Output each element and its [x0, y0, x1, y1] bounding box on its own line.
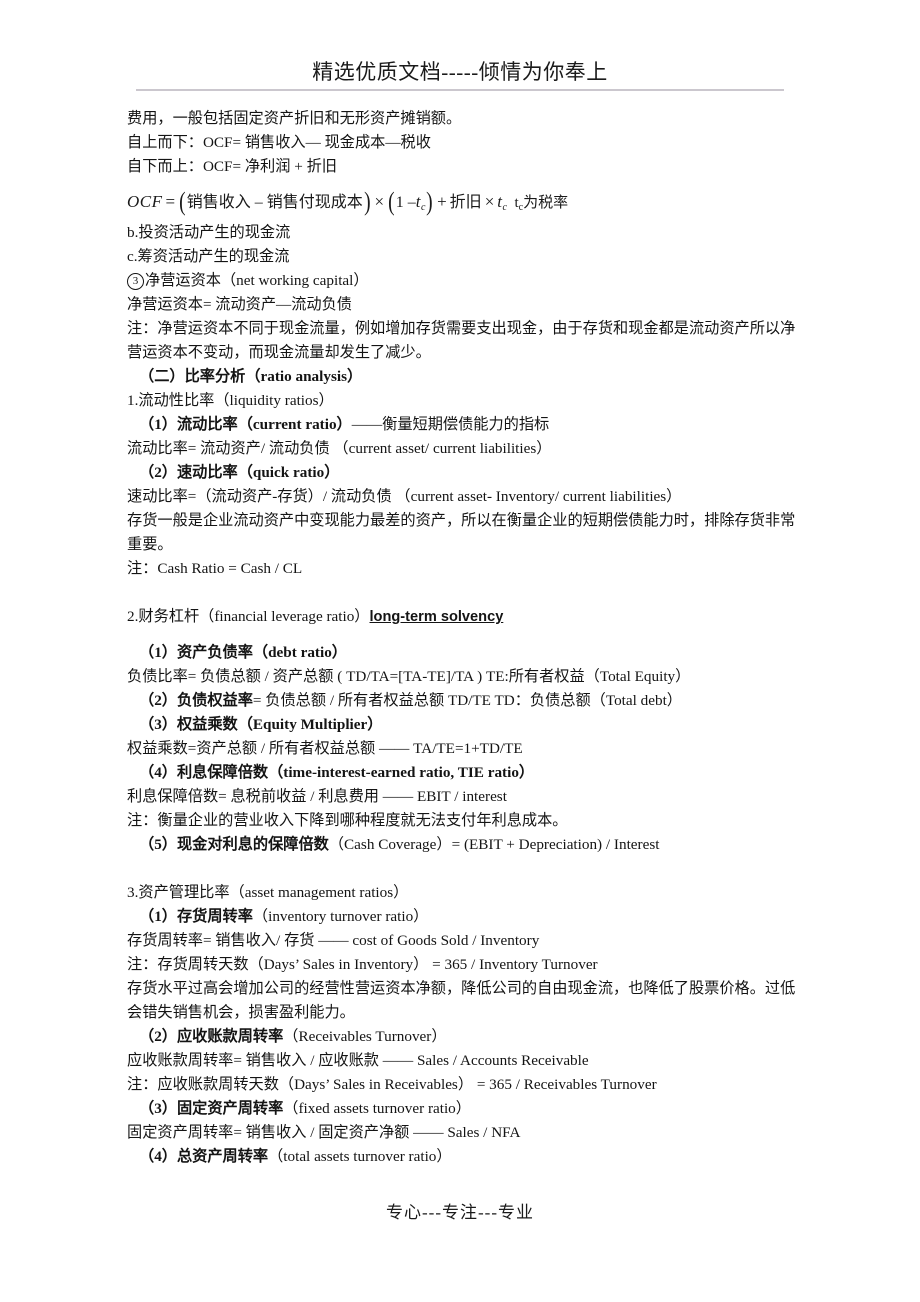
subsection-heading: （4）利息保障倍数（time-interest-earned ratio, TI…	[139, 764, 535, 781]
text-line: 1.流动性比率（liquidity ratios）	[127, 392, 334, 409]
text-paragraph: 存货一般是企业流动资产中变现能力最差的资产，所以在衡量企业的短期偿债能力时，排除…	[127, 512, 796, 553]
subsection-heading: （5）现金对利息的保障倍数（Cash Coverage）= (EBIT + De…	[127, 833, 799, 857]
text-line: 存货周转率= 销售收入/ 存货 —— cost of Goods Sold / …	[127, 932, 540, 949]
text-line-label: 净营运资本（net working capital）	[145, 272, 369, 289]
subsection-heading: （2）速动比率（quick ratio）	[139, 464, 340, 481]
header-divider	[136, 89, 784, 91]
text-line: 自上而下：OCF= 销售收入— 现金成本—税收	[127, 134, 431, 151]
subsection-note: = 负债总额 / 所有者权益总额 TD/TE TD：负债总额（Total deb…	[252, 692, 682, 709]
subsection-heading: （1）流动比率（current ratio）——衡量短期偿债能力的指标	[127, 413, 799, 437]
text-line: 权益乘数=资产总额 / 所有者权益总额 —— TA/TE=1+TD/TE	[127, 740, 523, 757]
subsection-heading: （3）固定资产周转率（fixed assets turnover ratio）	[127, 1097, 799, 1121]
formula-lhs: OCF	[127, 192, 163, 211]
formula-times-2: ×	[484, 192, 495, 211]
subsection-note: （total assets turnover ratio）	[268, 1148, 452, 1165]
subsection-label: （2）负债权益率	[139, 692, 253, 709]
subsection-label: （2）应收账款周转率	[139, 1028, 284, 1045]
subsection-heading: （2）负债权益率= 负债总额 / 所有者权益总额 TD/TE TD：负债总额（T…	[127, 689, 799, 713]
subsection-note: （Receivables Turnover）	[283, 1028, 447, 1045]
formula-note-text: 为税率	[523, 195, 569, 211]
section-callout: long-term solvency	[369, 609, 504, 625]
document-body: 费用，一般包括固定资产折旧和无形资产摊销额。 自上而下：OCF= 销售收入— 现…	[127, 107, 799, 1169]
section-label: 2.财务杠杆（financial leverage ratio）	[127, 608, 370, 625]
formula-group1: 销售收入 – 销售付现成本	[186, 194, 363, 211]
subsection-note: （inventory turnover ratio）	[252, 908, 429, 925]
subsection-heading: （2）应收账款周转率（Receivables Turnover）	[127, 1025, 799, 1049]
subsection-label: （5）现金对利息的保障倍数	[139, 836, 329, 853]
subsection-label: （4）总资产周转率	[139, 1148, 269, 1165]
page-footer: 专心---专注---专业	[386, 1203, 534, 1222]
subsection-label: （1）存货周转率	[139, 908, 253, 925]
subsection-note: ——衡量短期偿债能力的指标	[351, 416, 550, 433]
text-line: 速动比率=（流动资产-存货）/ 流动负债 （current asset- Inv…	[127, 488, 682, 505]
text-line: 自下而上：OCF= 净利润 + 折旧	[127, 158, 337, 175]
section-heading: （二）比率分析（ratio analysis）	[139, 368, 363, 385]
subsection-heading: （1）存货周转率（inventory turnover ratio）	[127, 905, 799, 929]
text-paragraph: 注：净营运资本不同于现金流量，例如增加存货需要支出现金，由于存货和现金都是流动资…	[127, 320, 796, 361]
page-header: 精选优质文档-----倾情为你奉上	[136, 58, 784, 91]
formula-plus: +	[437, 192, 447, 211]
text-line: 应收账款周转率= 销售收入 / 应收账款 —— Sales / Accounts…	[127, 1052, 589, 1069]
text-line: 负债比率= 负债总额 / 资产总额 ( TD/TA=[TA-TE]/TA ) T…	[127, 668, 691, 685]
paren-close-icon: )	[426, 187, 433, 216]
subsection-heading: （3）权益乘数（Equity Multiplier）	[139, 716, 383, 733]
text-line: b.投资活动产生的现金流	[127, 224, 291, 241]
text-line: 注：存货周转天数（Days’ Sales in Inventory） = 365…	[127, 956, 598, 973]
paren-close-icon: )	[363, 187, 371, 216]
text-line: c.筹资活动产生的现金流	[127, 248, 290, 265]
subsection-note: （fixed assets turnover ratio）	[283, 1100, 471, 1117]
text-line: 流动比率= 流动资产/ 流动负债 （current asset/ current…	[127, 440, 552, 457]
subsection-heading: （4）总资产周转率（total assets turnover ratio）	[127, 1145, 799, 1169]
document-page: 精选优质文档-----倾情为你奉上 费用，一般包括固定资产折旧和无形资产摊销额。…	[0, 0, 920, 1302]
text-line: 净营运资本= 流动资产—流动负债	[127, 296, 352, 313]
section-heading: 3.资产管理比率（asset management ratios）	[127, 884, 409, 901]
subsection-heading: （1）资产负债率（debt ratio）	[139, 644, 347, 661]
paren-open-icon: (	[179, 187, 186, 216]
formula-times: ×	[374, 192, 385, 211]
formula-group2-a: 1 –	[395, 194, 416, 211]
ocf-formula: OCF = (销售收入 – 销售付现成本) × (1 –tc) + 折旧 × tc tc为税率	[127, 179, 799, 221]
formula-tc-subscript: c	[420, 202, 426, 213]
subsection-label: （3）固定资产周转率	[139, 1100, 284, 1117]
circled-number: 3	[127, 273, 144, 290]
text-line: 注：衡量企业的营业收入下降到哪种程度就无法支付年利息成本。	[127, 812, 568, 829]
text-line: 注：应收账款周转天数（Days’ Sales in Receivables） =…	[127, 1076, 657, 1093]
paren-open-icon: (	[388, 187, 395, 216]
subsection-label: （1）流动比率（current ratio）	[139, 416, 352, 433]
text-line-circled: 3 净营运资本（net working capital）	[127, 269, 799, 293]
section-heading: 2.财务杠杆（financial leverage ratio）long-ter…	[127, 605, 799, 629]
text-line: 利息保障倍数= 息税前收益 / 利息费用 —— EBIT / interest	[127, 788, 507, 805]
text-paragraph: 存货水平过高会增加公司的经营性营运资本净额，降低公司的自由现金流，也降低了股票价…	[127, 980, 796, 1021]
formula-equals: =	[165, 192, 176, 211]
formula-depreciation: 折旧	[449, 194, 482, 211]
text-line: 注：Cash Ratio = Cash / CL	[127, 560, 303, 577]
text-line: 费用，一般包括固定资产折旧和无形资产摊销额。	[127, 110, 462, 127]
text-line: 固定资产周转率= 销售收入 / 固定资产净额 —— Sales / NFA	[127, 1124, 521, 1141]
subsection-note: （Cash Coverage）= (EBIT + Depreciation) /…	[328, 836, 660, 853]
header-title: 精选优质文档-----倾情为你奉上	[312, 60, 608, 84]
